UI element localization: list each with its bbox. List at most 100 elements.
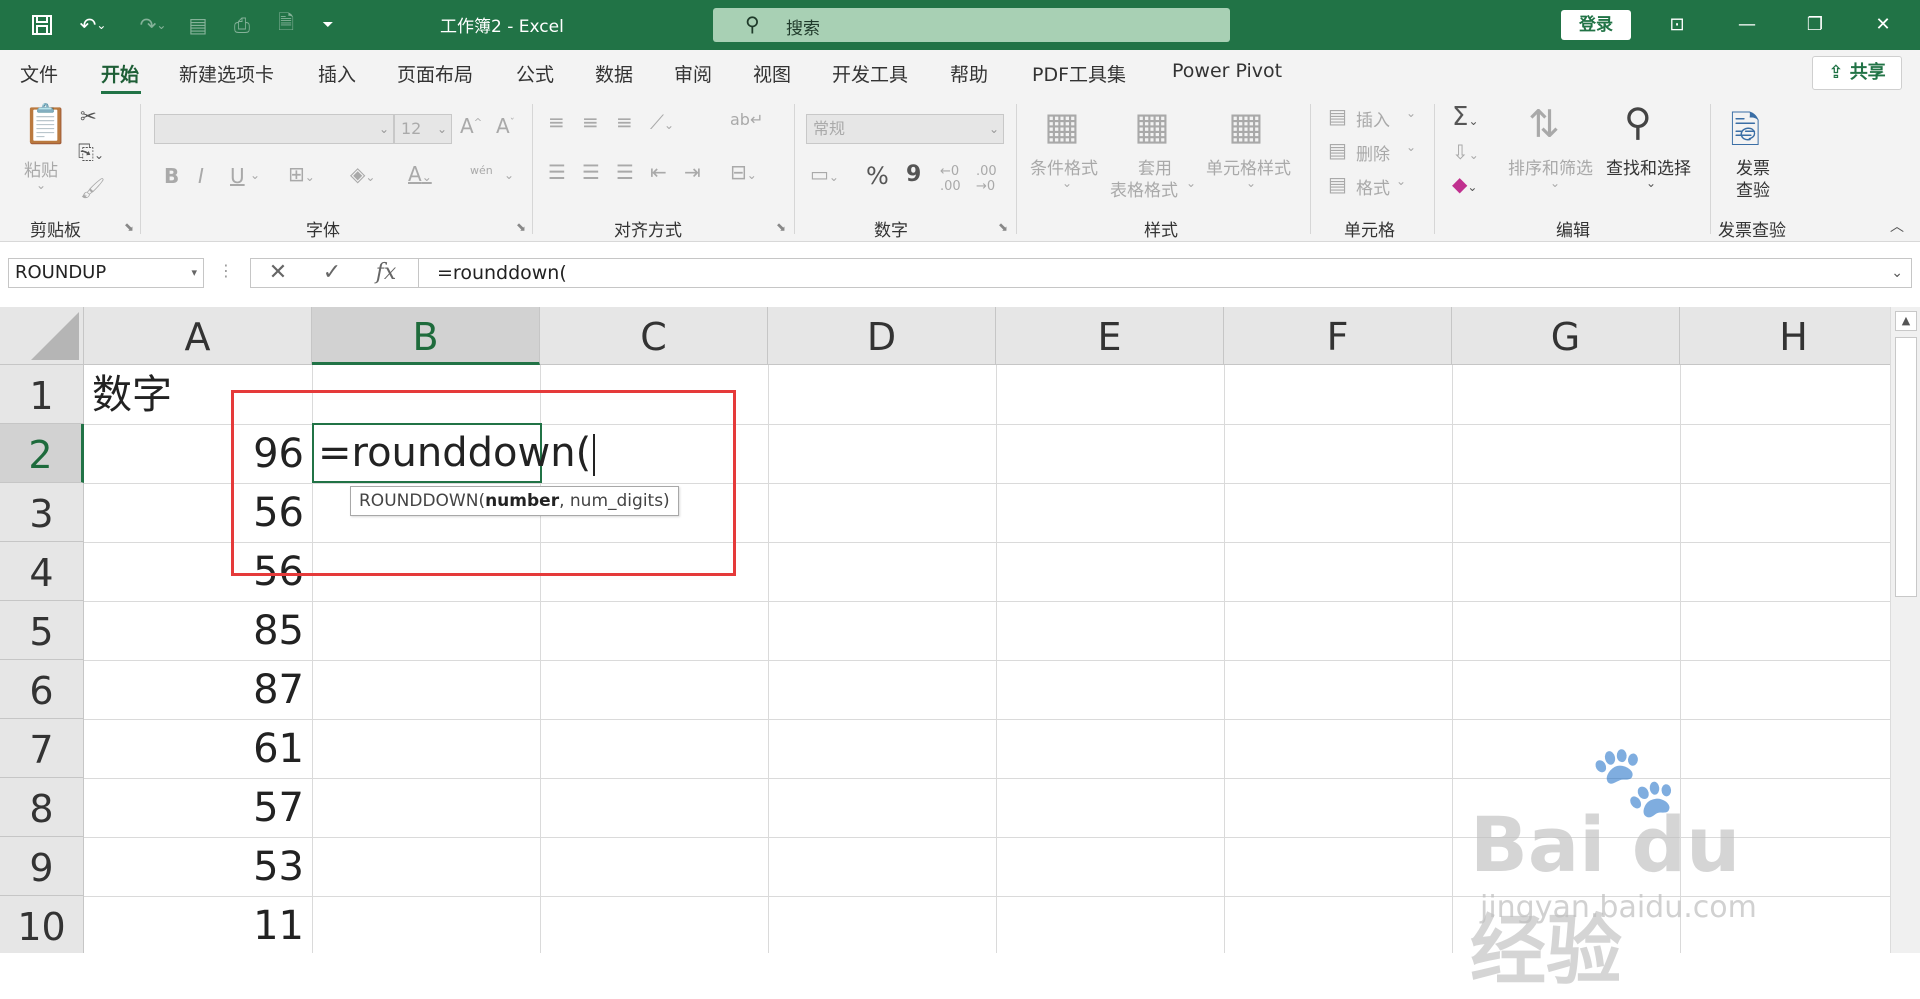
decrease-decimal-icon[interactable]: .00 →0 (976, 164, 997, 194)
row-header-3[interactable]: 3 (0, 483, 84, 542)
select-all-button[interactable] (0, 307, 84, 365)
fill-icon[interactable]: ⇩⌄ (1452, 140, 1479, 164)
row-header-10[interactable]: 10 (0, 896, 84, 953)
chevron-down-icon[interactable]: ⌄ (1186, 176, 1196, 190)
print-preview-icon[interactable]: ⎙ (226, 10, 258, 40)
restore-icon[interactable]: ❐ (1790, 10, 1840, 40)
tab-pdf-tools[interactable]: PDF工具集 (1032, 60, 1126, 87)
tab-new[interactable]: 新建选项卡 (179, 60, 274, 87)
column-header-b[interactable]: B (312, 307, 540, 365)
autosum-icon[interactable]: Σ⌄ (1452, 102, 1479, 132)
increase-indent-icon[interactable]: ⇥ (684, 160, 701, 184)
cell-a1[interactable]: 数字 (92, 365, 172, 425)
align-left-icon[interactable]: ☰ (548, 160, 566, 184)
expand-formula-icon[interactable]: ⌄ (1891, 259, 1903, 287)
collapse-ribbon-icon[interactable]: ︿ (1890, 216, 1904, 236)
underline-button[interactable]: U (230, 164, 245, 188)
format-painter-icon[interactable]: 🖌 (80, 176, 105, 200)
column-header-d[interactable]: D (768, 307, 996, 365)
tab-file[interactable]: 文件 (20, 60, 58, 87)
drag-handle-icon[interactable]: ⋮ (218, 261, 234, 280)
phonetic-dropdown-icon[interactable]: ⌄ (504, 168, 514, 182)
column-header-g[interactable]: G (1452, 307, 1680, 365)
orientation-icon[interactable]: ⟋⌄ (650, 110, 674, 134)
cell-a5[interactable]: 85 (84, 602, 304, 660)
column-header-c[interactable]: C (540, 307, 768, 365)
form-icon[interactable]: ▤ (182, 10, 214, 40)
tab-home[interactable]: 开始 (101, 60, 139, 87)
tab-help[interactable]: 帮助 (950, 60, 988, 87)
minimize-icon[interactable]: — (1722, 10, 1772, 40)
table-format-label-2[interactable]: 表格格式 (1110, 176, 1178, 201)
percent-button[interactable]: % (866, 162, 889, 190)
table-format-icon[interactable]: ▦ (1134, 104, 1170, 148)
font-color-icon[interactable]: A⌄ (408, 162, 432, 186)
row-header-9[interactable]: 9 (0, 837, 84, 896)
row-header-7[interactable]: 7 (0, 719, 84, 778)
align-center-icon[interactable]: ☰ (582, 160, 600, 184)
chevron-down-icon[interactable]: ⌄ (1550, 176, 1560, 190)
customize-qat-icon[interactable]: ⏷ (314, 10, 342, 40)
chevron-down-icon[interactable]: ⌄ (1396, 174, 1406, 188)
search-box[interactable]: ⚲ 搜索 (713, 8, 1230, 42)
align-bottom-icon[interactable]: ≡ (616, 110, 633, 134)
row-header-6[interactable]: 6 (0, 660, 84, 719)
name-box[interactable]: ROUNDUP ▾ (8, 258, 204, 288)
worksheet-grid[interactable]: A B C D E F G H 1 2 3 4 5 6 7 8 9 10 数字 … (0, 307, 1890, 953)
cell-a6[interactable]: 87 (84, 661, 304, 719)
cut-icon[interactable]: ✂ (80, 104, 97, 128)
font-launcher-icon[interactable]: ⬊ (516, 220, 526, 234)
row-header-4[interactable]: 4 (0, 542, 84, 601)
currency-icon[interactable]: ▭⌄ (810, 162, 839, 186)
sort-filter-icon[interactable]: ⇅ (1528, 102, 1560, 146)
copy-icon[interactable]: ⎘⌄ (78, 140, 104, 164)
paste-icon[interactable]: 📋 (22, 102, 69, 147)
document-icon[interactable]: 🗎 (270, 10, 302, 40)
tab-review[interactable]: 审阅 (674, 60, 712, 87)
login-button[interactable]: 登录 (1561, 10, 1631, 40)
chevron-down-icon[interactable]: ⌄ (1646, 176, 1656, 190)
wrap-text-icon[interactable]: ab↵ (730, 110, 763, 129)
align-top-icon[interactable]: ≡ (548, 110, 565, 134)
phonetic-icon[interactable]: wén (470, 164, 493, 177)
enter-button[interactable]: ✓ (312, 258, 352, 288)
chevron-down-icon[interactable]: ⌄ (1062, 176, 1072, 190)
clear-icon[interactable]: ◆⌄ (1452, 172, 1477, 196)
tab-page-layout[interactable]: 页面布局 (397, 60, 473, 87)
delete-cells-icon[interactable]: ▤ (1328, 138, 1347, 162)
cell-a10[interactable]: 11 (84, 897, 304, 953)
tab-view[interactable]: 视图 (753, 60, 791, 87)
cell-a7[interactable]: 61 (84, 720, 304, 778)
font-name-combo[interactable]: ⌄ (154, 114, 394, 144)
comma-button[interactable]: 9 (906, 162, 921, 187)
row-header-8[interactable]: 8 (0, 778, 84, 837)
scroll-up-icon[interactable]: ▲ (1895, 311, 1917, 331)
chevron-down-icon[interactable]: ⌄ (1406, 106, 1416, 120)
cancel-button[interactable]: ✕ (258, 258, 298, 288)
vertical-scrollbar[interactable]: ▲ (1890, 307, 1920, 953)
row-header-1[interactable]: 1 (0, 365, 84, 424)
redo-icon[interactable]: ↷ ⌄ (128, 10, 178, 40)
insert-function-button[interactable]: fx (366, 258, 406, 288)
alignment-launcher-icon[interactable]: ⬊ (776, 220, 786, 234)
row-header-5[interactable]: 5 (0, 601, 84, 660)
merge-center-icon[interactable]: ⊟⌄ (730, 160, 757, 184)
delete-cells-label[interactable]: 删除 (1356, 140, 1390, 165)
grow-font-icon[interactable]: A^ (460, 114, 482, 138)
decrease-indent-icon[interactable]: ⇤ (650, 160, 667, 184)
column-header-a[interactable]: A (84, 307, 312, 365)
cell-a9[interactable]: 53 (84, 838, 304, 896)
align-right-icon[interactable]: ☰ (616, 160, 634, 184)
cell-a8[interactable]: 57 (84, 779, 304, 837)
column-header-e[interactable]: E (996, 307, 1224, 365)
tab-insert[interactable]: 插入 (318, 60, 356, 87)
insert-cells-label[interactable]: 插入 (1356, 106, 1390, 131)
conditional-format-icon[interactable]: ▦ (1044, 104, 1080, 148)
column-header-h[interactable]: H (1680, 307, 1890, 365)
borders-icon[interactable]: ⊞⌄ (288, 162, 315, 186)
chevron-down-icon[interactable]: ⌄ (1246, 176, 1256, 190)
font-size-combo[interactable]: 12 ⌄ (394, 114, 452, 144)
tab-developer[interactable]: 开发工具 (832, 60, 908, 87)
shrink-font-icon[interactable]: Aˇ (496, 114, 515, 138)
formula-input[interactable]: =rounddown(⌄ (418, 258, 1912, 288)
